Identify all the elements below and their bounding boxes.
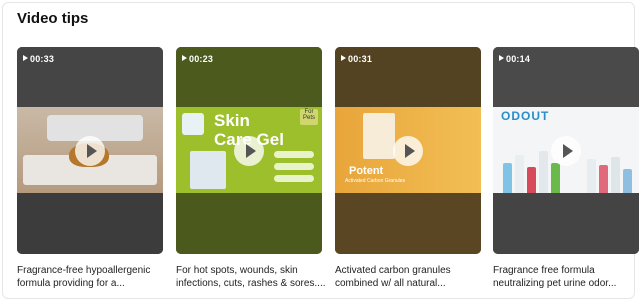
play-triangle-icon — [341, 55, 346, 61]
play-icon[interactable] — [551, 136, 581, 166]
play-icon[interactable] — [75, 136, 105, 166]
video-caption[interactable]: Activated carbon granules combined w/ al… — [335, 264, 481, 290]
duration-badge: 00:14 — [499, 54, 530, 64]
product-bottle — [551, 163, 560, 193]
product-bottle — [527, 167, 536, 193]
product-bag — [363, 113, 395, 159]
video-thumbnail[interactable]: 00:33 — [17, 47, 163, 254]
brand-logo — [182, 113, 204, 135]
play-icon[interactable] — [234, 136, 264, 166]
product-bottle — [623, 169, 632, 193]
product-box — [190, 151, 226, 189]
product-bottle — [587, 159, 596, 193]
product-bottle — [515, 155, 524, 193]
duration-badge: 00:31 — [341, 54, 372, 64]
play-triangle-icon — [182, 55, 187, 61]
play-triangle-icon — [23, 55, 28, 61]
feature-pill — [274, 175, 314, 182]
for-pets-badge: For Pets — [300, 109, 318, 125]
product-bottle — [611, 157, 620, 193]
product-bottle — [503, 163, 512, 193]
play-triangle-icon — [499, 55, 504, 61]
video-thumbnail[interactable]: ODOUT 00:14 — [493, 47, 639, 254]
feature-pill — [274, 151, 314, 158]
video-caption[interactable]: Fragrance free formula neutralizing pet … — [493, 264, 639, 290]
video-caption[interactable]: For hot spots, wounds, skin infections, … — [176, 264, 326, 290]
section-title: Video tips — [17, 10, 89, 27]
duration-badge: 00:23 — [182, 54, 213, 64]
video-thumbnail[interactable]: Skin Care Gel For Pets 00:23 — [176, 47, 322, 254]
video-card-2[interactable]: Skin Care Gel For Pets 00:23 For hot spot… — [176, 47, 326, 290]
thumb-subtitle: Activated Carbon Granules — [345, 178, 406, 184]
product-bottle — [539, 151, 548, 193]
feature-pill — [274, 163, 314, 170]
thumb-headline: Potent — [349, 165, 384, 177]
duration-badge: 00:33 — [23, 54, 54, 64]
video-caption[interactable]: Fragrance-free hypoallergenic formula pr… — [17, 264, 163, 290]
video-card-3[interactable]: Potent Activated Carbon Granules 00:31 A… — [335, 47, 481, 290]
play-icon[interactable] — [393, 136, 423, 166]
video-card-1[interactable]: 00:33 Fragrance-free hypoallergenic form… — [17, 47, 163, 290]
video-card-4[interactable]: ODOUT 00:14 Fragrance free formula neutr… — [493, 47, 639, 290]
product-bottle — [599, 165, 608, 193]
video-thumbnail[interactable]: Potent Activated Carbon Granules 00:31 — [335, 47, 481, 254]
brand-logo: ODOUT — [501, 109, 550, 123]
